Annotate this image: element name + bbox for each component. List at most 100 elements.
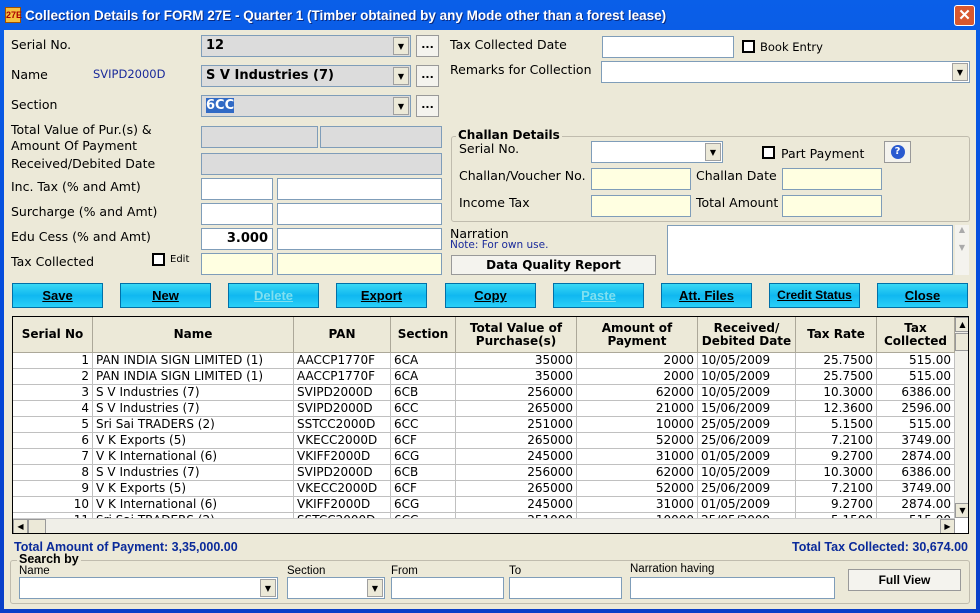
delete-button[interactable]: Delete (228, 283, 319, 308)
scroll-down-icon[interactable]: ▼ (955, 503, 968, 518)
table-cell: 6386.00 (877, 465, 955, 481)
table-cell: SSTCC2000D (294, 417, 391, 433)
voucher-field[interactable] (591, 168, 691, 190)
search-from-field[interactable] (391, 577, 504, 599)
chevron-down-icon[interactable]: ▼ (260, 579, 276, 597)
tax-collected-pct-field[interactable] (201, 253, 273, 275)
book-entry-checkbox[interactable] (742, 40, 755, 53)
name-lookup-button[interactable]: ... (416, 65, 439, 87)
surcharge-pct-field[interactable] (201, 203, 273, 225)
chevron-down-icon[interactable]: ▼ (393, 97, 409, 115)
search-name-label: Name (19, 565, 50, 577)
vertical-scrollbar[interactable]: ▲ ▼ (955, 317, 968, 518)
search-to-field[interactable] (509, 577, 622, 599)
column-header[interactable]: Section (391, 317, 456, 353)
table-cell: 10.3000 (796, 465, 877, 481)
total-amount-field[interactable] (782, 195, 882, 217)
table-cell: 01/05/2009 (698, 497, 796, 513)
horizontal-scrollbar[interactable]: ◀ ▶ (13, 518, 955, 533)
table-cell: 245000 (456, 449, 577, 465)
table-cell: VKIFF2000D (294, 497, 391, 513)
window-close-button[interactable]: ✕ (954, 5, 975, 26)
table-cell: 6CG (391, 497, 456, 513)
full-view-button[interactable]: Full View (848, 569, 961, 591)
scroll-up-icon[interactable]: ▲ (955, 317, 968, 332)
tax-collected-amt-field[interactable] (277, 253, 442, 275)
export-button[interactable]: Export (336, 283, 427, 308)
total-value-field[interactable] (201, 126, 318, 148)
tax-collected-date-field[interactable] (602, 36, 734, 58)
table-cell: S V Industries (7) (93, 465, 294, 481)
edu-cess-amt-field[interactable] (277, 228, 442, 250)
column-header[interactable]: Tax Collected (877, 317, 955, 353)
scroll-left-icon[interactable]: ◀ (13, 519, 28, 533)
serial-lookup-button[interactable]: ... (416, 35, 439, 57)
received-date-field[interactable] (201, 153, 442, 175)
column-header[interactable]: Total Value of Purchase(s) (456, 317, 577, 353)
chevron-down-icon[interactable]: ▼ (705, 143, 721, 161)
name-combo[interactable]: S V Industries (7) ▼ (201, 65, 411, 87)
challan-date-field[interactable] (782, 168, 882, 190)
income-tax-label: Income Tax (459, 195, 530, 210)
save-button[interactable]: Save (12, 283, 103, 308)
table-cell: 10/05/2009 (698, 465, 796, 481)
search-section-combo[interactable]: ▼ (287, 577, 385, 599)
inc-tax-pct-field[interactable] (201, 178, 273, 200)
column-header[interactable]: Amount of Payment (577, 317, 698, 353)
part-payment-checkbox[interactable] (762, 146, 775, 159)
edit-checkbox[interactable] (152, 253, 165, 266)
narration-field[interactable] (667, 225, 953, 275)
scroll-right-icon[interactable]: ▶ (940, 519, 955, 533)
help-button[interactable]: ? (884, 141, 911, 163)
column-header[interactable]: Received/ Debited Date (698, 317, 796, 353)
serial-combo[interactable]: 12 ▼ (201, 35, 411, 57)
search-narration-label: Narration having (630, 563, 715, 575)
surcharge-amt-field[interactable] (277, 203, 442, 225)
edu-cess-pct-field[interactable]: 3.000 (201, 228, 273, 250)
table-cell: 01/05/2009 (698, 449, 796, 465)
challan-serial-combo[interactable]: ▼ (591, 141, 723, 163)
title-bar: 27E Collection Details for FORM 27E - Qu… (0, 0, 980, 30)
chevron-down-icon[interactable]: ▼ (367, 579, 383, 597)
copy-button[interactable]: Copy (445, 283, 536, 308)
part-payment-label: Part Payment (781, 146, 865, 161)
table-cell: 25.7500 (796, 353, 877, 369)
voucher-label: Challan/Voucher No. (459, 168, 586, 183)
challan-serial-label: Serial No. (459, 141, 520, 156)
table-cell: 6CF (391, 433, 456, 449)
search-from-label: From (391, 565, 418, 577)
scroll-thumb[interactable] (28, 519, 46, 533)
section-lookup-button[interactable]: ... (416, 95, 439, 117)
paste-button[interactable]: Paste (553, 283, 644, 308)
search-narration-field[interactable] (630, 577, 835, 599)
table-cell: 7 (13, 449, 93, 465)
data-quality-report-button[interactable]: Data Quality Report (451, 255, 656, 275)
remarks-label: Remarks for Collection (450, 62, 592, 77)
table-cell: 12.3600 (796, 401, 877, 417)
credit-status-button[interactable]: Credit Status (769, 283, 860, 308)
chevron-down-icon[interactable]: ▼ (393, 67, 409, 85)
amount-field[interactable] (320, 126, 442, 148)
column-header[interactable]: Serial No (13, 317, 93, 353)
close-button[interactable]: Close (877, 283, 968, 308)
table-cell: 52000 (577, 481, 698, 497)
table-cell: 10 (13, 497, 93, 513)
table-cell: 7.2100 (796, 481, 877, 497)
new-button[interactable]: New (120, 283, 211, 308)
section-combo[interactable]: 6CC ▼ (201, 95, 411, 117)
att-files-button[interactable]: Att. Files (661, 283, 752, 308)
narration-scrollbar[interactable]: ▲ ▼ (955, 225, 969, 275)
surcharge-label: Surcharge (% and Amt) (11, 204, 158, 219)
chevron-down-icon[interactable]: ▼ (952, 63, 968, 81)
remarks-combo[interactable]: ▼ (601, 61, 970, 83)
column-header[interactable]: PAN (294, 317, 391, 353)
column-header[interactable]: Name (93, 317, 294, 353)
search-to-label: To (509, 565, 522, 577)
search-name-combo[interactable]: ▼ (19, 577, 278, 599)
column-header[interactable]: Tax Rate (796, 317, 877, 353)
scroll-thumb[interactable] (955, 333, 968, 351)
chevron-down-icon[interactable]: ▼ (393, 37, 409, 55)
table-cell: 5.1500 (796, 417, 877, 433)
inc-tax-amt-field[interactable] (277, 178, 442, 200)
income-tax-field[interactable] (591, 195, 691, 217)
